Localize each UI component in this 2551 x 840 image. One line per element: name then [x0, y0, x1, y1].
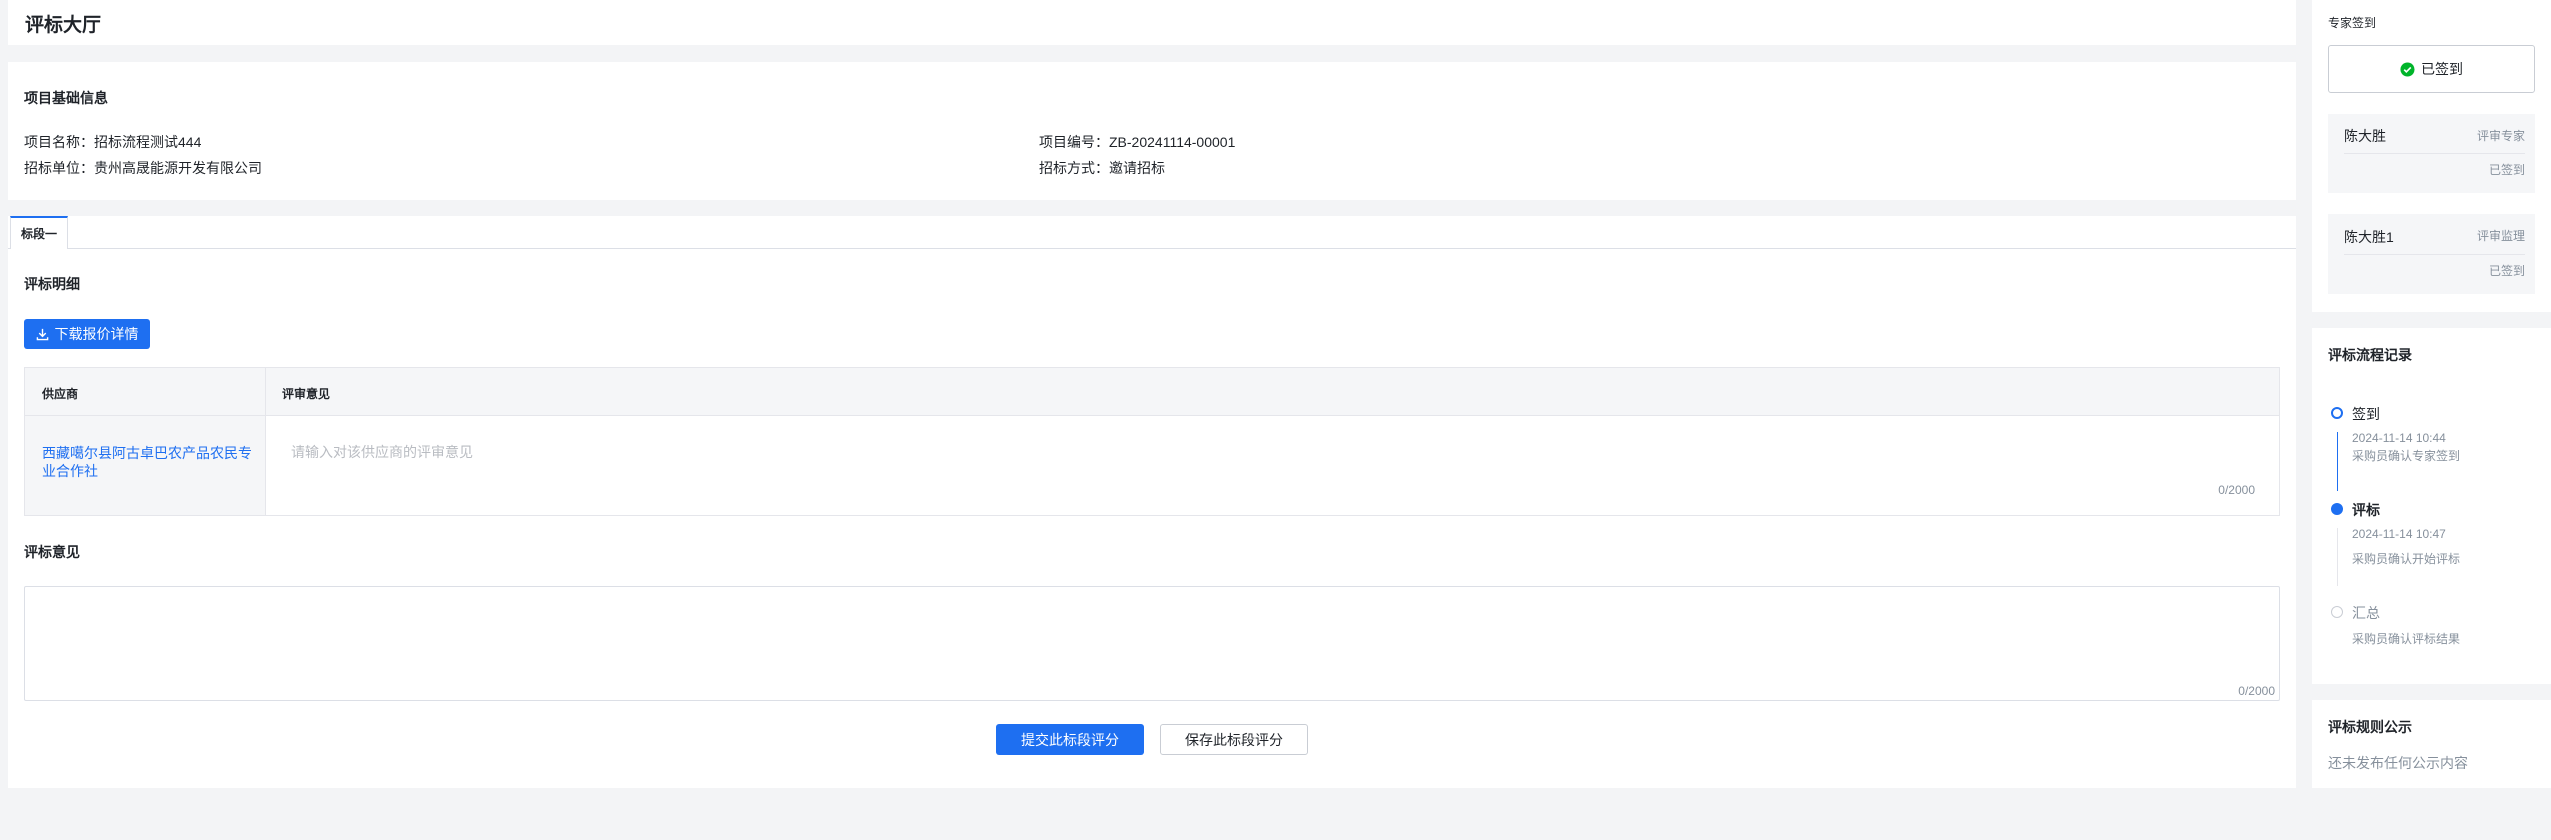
project-unit-label: 招标单位： — [24, 160, 94, 176]
rules-panel: 评标规则公示 还未发布任何公示内容 — [2312, 700, 2551, 788]
page-header: 评标大厅 — [8, 0, 2296, 45]
column-divider — [265, 368, 266, 515]
opinion-textarea[interactable]: 0/2000 — [24, 586, 2280, 701]
project-unit-value: 贵州高晟能源开发有限公司 — [94, 160, 262, 176]
expert-role: 评审专家 — [2476, 129, 2525, 143]
project-info-title: 项目基础信息 — [24, 90, 108, 106]
expert-status: 已签到 — [2488, 163, 2525, 177]
opinion-title: 评标意见 — [24, 544, 80, 560]
process-title: 评标流程记录 — [2328, 347, 2412, 363]
project-info-panel: 项目基础信息 项目名称：招标流程测试444 项目编号：ZB-20241114-0… — [8, 62, 2296, 200]
project-code-field: 项目编号：ZB-20241114-00001 — [1039, 132, 1235, 152]
expert-status: 已签到 — [2488, 264, 2525, 278]
project-method-value: 邀请招标 — [1109, 160, 1165, 176]
download-icon — [36, 328, 48, 340]
step-name: 评标 — [2352, 502, 2380, 518]
expert-name: 陈大胜 — [2344, 128, 2386, 144]
signed-in-button[interactable]: 已签到 — [2328, 45, 2535, 93]
check-circle-icon — [2400, 61, 2415, 77]
timeline-line-pending — [2337, 528, 2338, 586]
step-desc: 采购员确认专家签到 — [2352, 449, 2461, 463]
project-unit-field: 招标单位：贵州高晟能源开发有限公司 — [24, 158, 262, 178]
signed-in-label: 已签到 — [2421, 61, 2463, 77]
expert-role: 评审监理 — [2476, 229, 2525, 243]
column-header-supplier: 供应商 — [42, 387, 79, 401]
expert-card: 陈大胜1 评审监理 已签到 — [2328, 214, 2535, 294]
supplier-comment-counter: 0/2000 — [2218, 483, 2255, 497]
process-panel: 评标流程记录 签到 2024-11-14 10:44 采购员确认专家签到 评标 … — [2312, 328, 2551, 684]
evaluation-panel: 标段一 评标明细 下载报价详情 供应商 评审意见 西藏噶尔县阿古卓巴农产品农民专… — [8, 216, 2296, 788]
step-done-dot — [2331, 407, 2343, 419]
project-name-field: 项目名称：招标流程测试444 — [24, 132, 201, 152]
step-time: 2024-11-14 10:47 — [2352, 527, 2446, 541]
rules-empty-text: 还未发布任何公示内容 — [2328, 755, 2468, 771]
project-code-label: 项目编号： — [1039, 134, 1109, 150]
step-desc: 采购员确认评标结果 — [2352, 632, 2461, 646]
project-method-field: 招标方式：邀请招标 — [1039, 158, 1165, 178]
step-desc: 采购员确认开始评标 — [2352, 552, 2461, 566]
evaluation-table: 供应商 评审意见 西藏噶尔县阿古卓巴农产品农民专业合作社 请输入对该供应商的评审… — [24, 367, 2280, 516]
page-title: 评标大厅 — [25, 15, 102, 36]
signin-title: 专家签到 — [2328, 16, 2377, 30]
table-header: 供应商 评审意见 — [25, 368, 2279, 416]
rules-title: 评标规则公示 — [2328, 719, 2412, 735]
card-divider — [2344, 254, 2525, 255]
step-time: 2024-11-14 10:44 — [2352, 431, 2446, 445]
timeline-line-active — [2337, 432, 2338, 491]
opinion-counter: 0/2000 — [2238, 684, 2275, 698]
signin-panel: 专家签到 已签到 陈大胜 评审专家 已签到 陈大胜1 评审监理 已签到 — [2312, 0, 2551, 312]
card-divider — [2344, 153, 2525, 154]
evaluation-detail-title: 评标明细 — [24, 276, 80, 292]
column-header-comment: 评审意见 — [282, 387, 331, 401]
tab-section-1[interactable]: 标段一 — [10, 216, 68, 249]
expert-name: 陈大胜1 — [2344, 229, 2394, 245]
project-method-label: 招标方式： — [1039, 160, 1109, 176]
expert-card: 陈大胜 评审专家 已签到 — [2328, 114, 2535, 193]
project-name-value: 招标流程测试444 — [94, 134, 202, 150]
step-current-dot — [2331, 503, 2343, 515]
step-name: 汇总 — [2352, 605, 2380, 621]
step-pending-dot — [2331, 606, 2343, 618]
supplier-name-link[interactable]: 西藏噶尔县阿古卓巴农产品农民专业合作社 — [42, 444, 252, 480]
tabs-divider — [8, 248, 2296, 249]
project-code-value: ZB-20241114-00001 — [1109, 134, 1236, 150]
step-name: 签到 — [2352, 406, 2380, 422]
download-quote-button[interactable]: 下载报价详情 — [24, 319, 150, 349]
download-quote-label: 下载报价详情 — [54, 326, 139, 342]
supplier-comment-input[interactable]: 请输入对该供应商的评审意见 — [291, 442, 473, 462]
save-score-button[interactable]: 保存此标段评分 — [1160, 724, 1308, 755]
submit-score-button[interactable]: 提交此标段评分 — [996, 724, 1144, 755]
project-name-label: 项目名称： — [24, 134, 94, 150]
supplier-cell: 西藏噶尔县阿古卓巴农产品农民专业合作社 — [25, 416, 265, 515]
